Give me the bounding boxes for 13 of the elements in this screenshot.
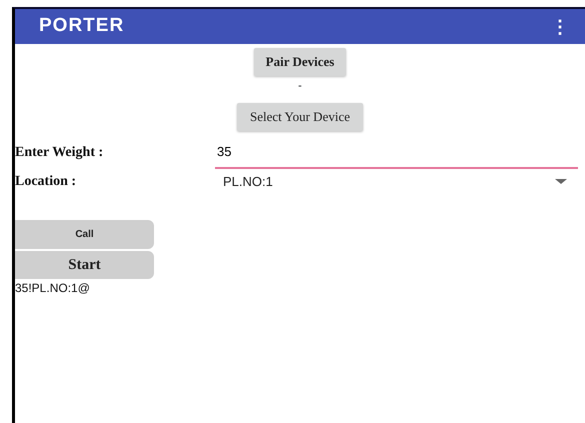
pair-devices-button[interactable]: Pair Devices <box>254 48 346 76</box>
select-device-button[interactable]: Select Your Device <box>236 103 363 130</box>
output-text: 35!PL.NO:1@ <box>15 280 91 297</box>
weight-label: Enter Weight : <box>15 144 104 162</box>
app-title: PORTER <box>39 14 124 38</box>
location-dropdown[interactable]: PL.NO:1 <box>215 172 555 192</box>
overflow-menu-icon[interactable]: ⋮ <box>551 18 569 36</box>
call-button[interactable]: Call <box>15 220 154 249</box>
start-button[interactable]: Start <box>15 251 154 279</box>
dropdown-caret-icon[interactable] <box>555 179 567 184</box>
device-status: - <box>298 78 302 94</box>
weight-input[interactable]: 35 <box>215 142 578 169</box>
location-label: Location : <box>15 173 78 191</box>
